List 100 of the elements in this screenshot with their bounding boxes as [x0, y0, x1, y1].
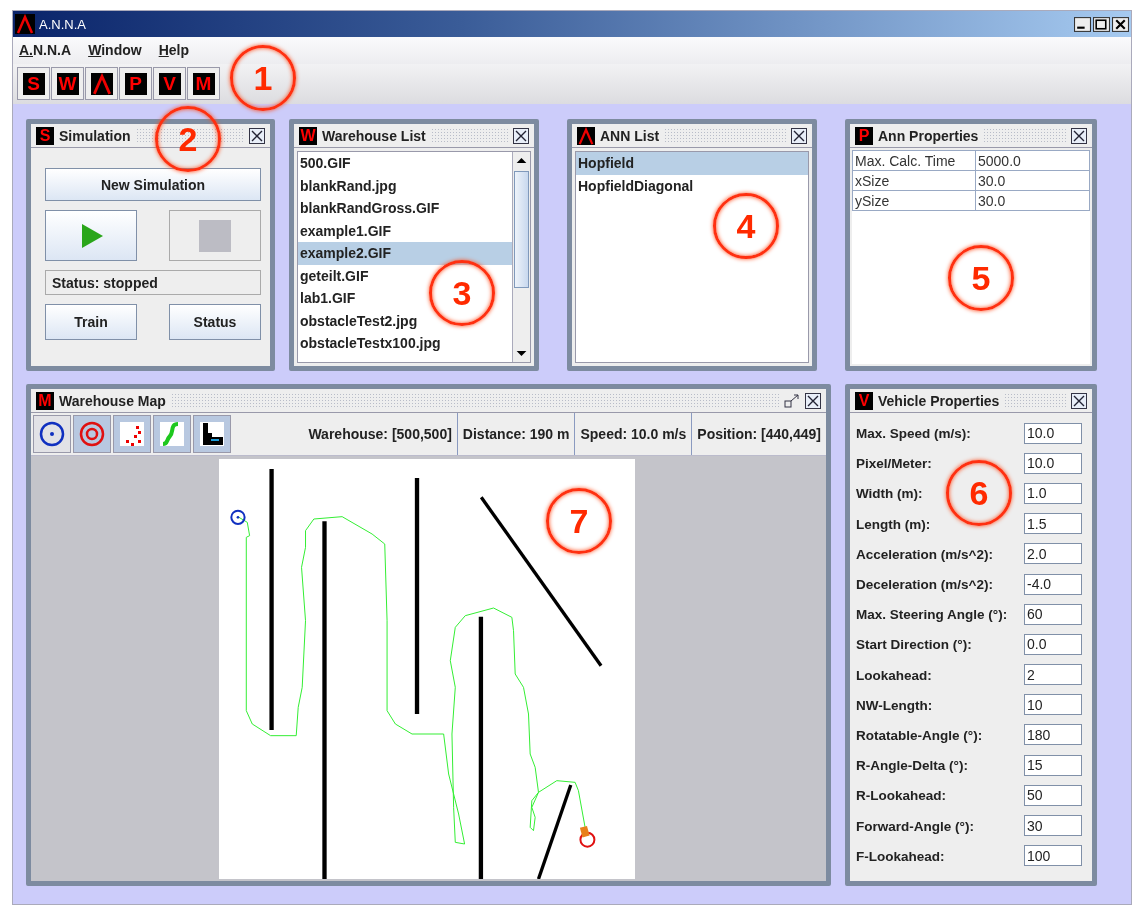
field-label: Start Direction (°):	[856, 637, 972, 653]
field-label: Width (m):	[856, 486, 923, 502]
field-label: Rotatable-Angle (°):	[856, 727, 983, 743]
toolbar-button[interactable]: V	[153, 67, 186, 100]
input-field[interactable]: 100	[1024, 845, 1082, 867]
input-field[interactable]: 1.5	[1024, 513, 1082, 535]
minimize-icon[interactable]	[1074, 16, 1091, 32]
frame-title: Ann Properties	[878, 127, 979, 144]
toolbar-button[interactable]: P	[119, 67, 152, 100]
list-item[interactable]: example1.GIF	[298, 219, 394, 242]
frame-title: Warehouse List	[322, 127, 426, 144]
table-cell: 30.0	[975, 170, 1090, 191]
tool-button[interactable]	[193, 415, 231, 453]
callout-marker: 4	[713, 193, 779, 259]
tool-button[interactable]	[33, 415, 71, 453]
status-readout: Distance: 190 m	[456, 413, 575, 455]
close-icon[interactable]	[513, 127, 529, 144]
list-item[interactable]: obstacleTestx100.jpg	[298, 332, 443, 355]
callout-marker: 1	[230, 45, 296, 111]
status-button[interactable]: Status	[169, 304, 261, 340]
input-field[interactable]: 10.0	[1024, 452, 1082, 474]
menu-item[interactable]: Window	[88, 42, 142, 62]
status-label: Status: stopped	[45, 270, 261, 295]
input-field[interactable]: -4.0	[1024, 573, 1082, 595]
input-field[interactable]: 10	[1024, 694, 1082, 716]
callout-marker: 7	[546, 488, 612, 554]
frame-title: Simulation	[59, 127, 131, 144]
callout-marker: 6	[946, 460, 1012, 526]
field-label: F-Lookahead:	[856, 848, 945, 864]
field-label: Pixel/Meter:	[856, 456, 932, 472]
window-title: A.N.N.A	[39, 16, 86, 32]
train-button[interactable]: Train	[45, 304, 137, 340]
status-readout: Warehouse: [500,500]	[307, 425, 453, 444]
list-item[interactable]: obstacleTest2.jpg	[298, 309, 420, 332]
menu-item[interactable]: Help	[158, 42, 189, 62]
list-item[interactable]: HopfieldDiagonal	[576, 174, 696, 197]
input-field[interactable]: 180	[1024, 724, 1082, 746]
close-icon[interactable]	[249, 127, 265, 144]
close-icon[interactable]	[805, 392, 821, 409]
maximize-icon[interactable]	[1093, 16, 1110, 32]
toolbar-button[interactable]: W	[51, 67, 84, 100]
stop-icon	[199, 219, 231, 252]
table-cell: Max. Calc. Time	[852, 150, 976, 171]
frame-title: Vehicle Properties	[878, 392, 1000, 409]
field-label: Length (m):	[856, 516, 931, 532]
letter-icon: W	[299, 126, 317, 145]
table-cell: ySize	[852, 190, 976, 211]
input-field[interactable]: 10.0	[1024, 422, 1082, 444]
input-field[interactable]: 30	[1024, 815, 1082, 837]
callout-marker: 5	[948, 245, 1014, 311]
close-icon[interactable]	[1071, 392, 1087, 409]
scroll-thumb[interactable]	[514, 171, 529, 288]
close-icon[interactable]	[1071, 127, 1087, 144]
input-field[interactable]: 1.0	[1024, 482, 1082, 504]
list-item[interactable]: blankRand.jpg	[298, 174, 399, 197]
field-label: Max. Steering Angle (°):	[856, 607, 1008, 623]
field-label: Forward-Angle (°):	[856, 818, 974, 834]
logo-icon	[577, 126, 595, 145]
list-item[interactable]: geteilt.GIF	[298, 264, 371, 287]
menu-item[interactable]: A.N.N.A	[19, 42, 72, 62]
list-item[interactable]: lab1.GIF	[298, 287, 358, 310]
field-label: Deceleration (m/s^2):	[856, 577, 993, 593]
field-label: R-Angle-Delta (°):	[856, 758, 968, 774]
status-readout: Speed: 10.0 m/s	[574, 413, 692, 455]
toolbar-button[interactable]: M	[187, 67, 220, 100]
callout-marker: 3	[429, 260, 495, 326]
frame-title: ANN List	[600, 127, 660, 144]
toolbar-button[interactable]: S	[17, 67, 50, 100]
letter-icon: S	[36, 126, 54, 145]
letter-icon: V	[855, 391, 873, 410]
letter-icon: P	[855, 126, 873, 145]
input-field[interactable]: 0.0	[1024, 633, 1082, 655]
list-item[interactable]: Hopfield	[576, 152, 808, 175]
list-item[interactable]: blankRandGross.GIF	[298, 197, 442, 220]
status-readout: Position: [440,449]	[691, 413, 826, 455]
letter-icon: M	[36, 391, 54, 410]
input-field[interactable]: 2.0	[1024, 543, 1082, 565]
input-field[interactable]: 2	[1024, 664, 1082, 686]
input-field[interactable]: 60	[1024, 603, 1082, 625]
list-item[interactable]: 500.GIF	[298, 152, 353, 175]
field-label: Max. Speed (m/s):	[856, 426, 971, 442]
table-cell: xSize	[852, 170, 976, 191]
field-label: Lookahead:	[856, 667, 932, 683]
callout-marker: 2	[155, 106, 221, 172]
scrollbar[interactable]	[512, 152, 530, 362]
close-icon[interactable]	[791, 127, 807, 144]
input-field[interactable]: 50	[1024, 784, 1082, 806]
table-cell: 5000.0	[975, 150, 1090, 171]
field-label: NW-Length:	[856, 697, 933, 713]
field-label: Acceleration (m/s^2):	[856, 546, 993, 562]
logo-icon	[15, 14, 35, 34]
field-label: R-Lookahead:	[856, 788, 946, 804]
list-item[interactable]: example2.GIF	[298, 242, 512, 265]
close-icon[interactable]	[1112, 16, 1129, 32]
play-button[interactable]	[45, 210, 137, 261]
new-simulation-button[interactable]: New Simulation	[45, 168, 261, 201]
frame-title: Warehouse Map	[59, 392, 166, 409]
input-field[interactable]: 15	[1024, 754, 1082, 776]
table-cell: 30.0	[975, 190, 1090, 211]
toolbar-button[interactable]	[85, 67, 118, 100]
